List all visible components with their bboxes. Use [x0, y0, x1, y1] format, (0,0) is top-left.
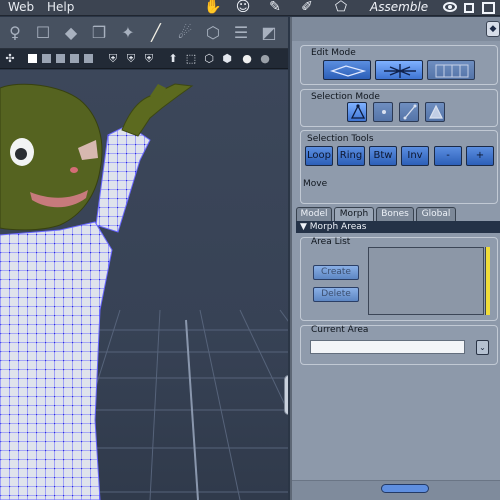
menu-web[interactable]: Web: [8, 0, 34, 15]
menu-help[interactable]: Help: [47, 0, 74, 15]
edit-mode-group: Edit Mode: [300, 45, 498, 85]
area-list-scrollbar[interactable]: [485, 247, 490, 315]
figure-icon[interactable]: ♀: [4, 22, 26, 44]
edit-figure-icon[interactable]: [323, 60, 371, 80]
face-icon[interactable]: ☺: [230, 0, 256, 16]
area-list-label: Area List: [311, 237, 351, 247]
select-vertex-icon[interactable]: [347, 102, 367, 122]
hair-cloth-panel: ◆ Edit Mode Selection Mode Selection Too…: [290, 17, 500, 500]
poser-window: Web Help ✋ ☺ ✎ ✐ ⬠ Assemble ♀ ☐ ◆ ❒ ✦ ╱ …: [0, 0, 500, 500]
dual-view-icon[interactable]: [42, 54, 51, 63]
minimize-icon[interactable]: [464, 3, 474, 13]
single-view-icon[interactable]: [28, 54, 37, 63]
invert-button[interactable]: Inv: [401, 146, 429, 166]
select-point-glyph: [382, 110, 386, 114]
light-icon[interactable]: ⛨: [124, 52, 138, 66]
maximize-icon[interactable]: [482, 2, 495, 14]
eye-icon[interactable]: [443, 2, 457, 12]
triple-view-icon[interactable]: [56, 54, 65, 63]
room-title[interactable]: Assemble: [370, 0, 428, 15]
edit-wire-icon[interactable]: [427, 60, 475, 80]
tab-model[interactable]: Model: [296, 207, 332, 221]
edit-mode-label: Edit Mode: [311, 48, 356, 58]
editing-toolbar: ♀ ☐ ◆ ❒ ✦ ╱ ☄ ⬡ ☰ ◩: [0, 17, 288, 49]
panel-collapse-arrow-icon[interactable]: ◆: [486, 21, 500, 37]
status-text: Move: [303, 179, 328, 189]
preview-icon[interactable]: ⛨: [106, 52, 120, 66]
grow-selection-button[interactable]: +: [466, 146, 494, 166]
tab-morph[interactable]: Morph: [334, 207, 374, 221]
current-area-label: Current Area: [311, 325, 369, 335]
ring-button[interactable]: Ring: [337, 146, 365, 166]
delete-area-button[interactable]: Delete: [313, 287, 359, 302]
select-face-glyph: [429, 104, 443, 119]
select-point-icon[interactable]: [373, 102, 393, 122]
selection-mode-group: Selection Mode: [300, 89, 498, 127]
morph-icon[interactable]: ✦: [117, 22, 139, 44]
edit-figure-glyph: [329, 65, 367, 77]
morph-areas-title: Morph Areas: [309, 222, 367, 232]
twist-icon[interactable]: ⬡: [202, 22, 224, 44]
selection-mode-label: Selection Mode: [311, 92, 380, 102]
selection-tools-group: Selection Tools Loop Ring Btw Inv - + Mo…: [300, 130, 498, 204]
cloth-icon[interactable]: ✐: [294, 0, 320, 16]
box-select-icon[interactable]: ⬚: [184, 52, 198, 66]
shrink-selection-button[interactable]: -: [434, 146, 462, 166]
create-area-button[interactable]: Create: [313, 265, 359, 280]
hand-icon[interactable]: ✋: [200, 0, 226, 16]
between-button[interactable]: Btw: [369, 146, 397, 166]
select-edge-glyph: [403, 104, 417, 120]
select-vertex-glyph: [350, 104, 366, 119]
taper-icon[interactable]: ◩: [258, 22, 280, 44]
scale-icon[interactable]: ☰: [230, 22, 252, 44]
view-toolbar: ✣ ⛨ ⛨ ⛨ ⬆ ⬚ ⬡ ⬢ ● ●: [0, 49, 288, 69]
four-view-icon[interactable]: [84, 54, 93, 63]
brush-icon[interactable]: ╱: [145, 22, 167, 44]
cube-icon[interactable]: ⬡: [202, 52, 216, 66]
panel-resize-handle[interactable]: [381, 484, 429, 493]
morph-areas-header[interactable]: ▼ Morph Areas: [296, 221, 500, 233]
select-face-icon[interactable]: [425, 102, 445, 122]
area-list[interactable]: [368, 247, 484, 315]
tab-global[interactable]: Global: [416, 207, 456, 221]
sphere-gray-icon[interactable]: ●: [258, 52, 272, 66]
move-arrows-icon[interactable]: ✣: [3, 52, 17, 66]
wire-icon[interactable]: ⛨: [142, 52, 156, 66]
select-edge-icon[interactable]: [399, 102, 419, 122]
tab-bones[interactable]: Bones: [376, 207, 414, 221]
edit-mesh-glyph: [384, 64, 416, 78]
edit-mesh-icon[interactable]: [375, 60, 423, 80]
quad-view-icon[interactable]: [70, 54, 79, 63]
chevron-down-icon[interactable]: ⌄: [476, 340, 489, 355]
panel-header: ◆: [292, 17, 500, 41]
pose-icon[interactable]: ☐: [32, 22, 54, 44]
loop-button[interactable]: Loop: [305, 146, 333, 166]
current-area-field[interactable]: [310, 340, 465, 354]
edit-wire-glyph: [435, 64, 469, 78]
up-arrow-icon[interactable]: ⬆: [166, 52, 180, 66]
3d-viewport[interactable]: [0, 70, 288, 500]
object-icon[interactable]: ❒: [88, 22, 110, 44]
viewport-resize-handle[interactable]: [284, 375, 288, 415]
panel-tab-bar: Model Morph Bones Global: [296, 207, 500, 221]
menu-bar: Web Help ✋ ☺ ✎ ✐ ⬠ Assemble: [0, 0, 500, 16]
hair-icon[interactable]: ✎: [262, 0, 288, 16]
material-icon[interactable]: ⬠: [328, 0, 354, 16]
cube-solid-icon[interactable]: ⬢: [220, 52, 234, 66]
scene-render: [0, 83, 288, 500]
selection-tools-label: Selection Tools: [307, 134, 374, 144]
camera-icon[interactable]: ◆: [60, 22, 82, 44]
grab-icon[interactable]: ☄: [174, 22, 196, 44]
sphere-shaded-icon[interactable]: ●: [240, 52, 254, 66]
